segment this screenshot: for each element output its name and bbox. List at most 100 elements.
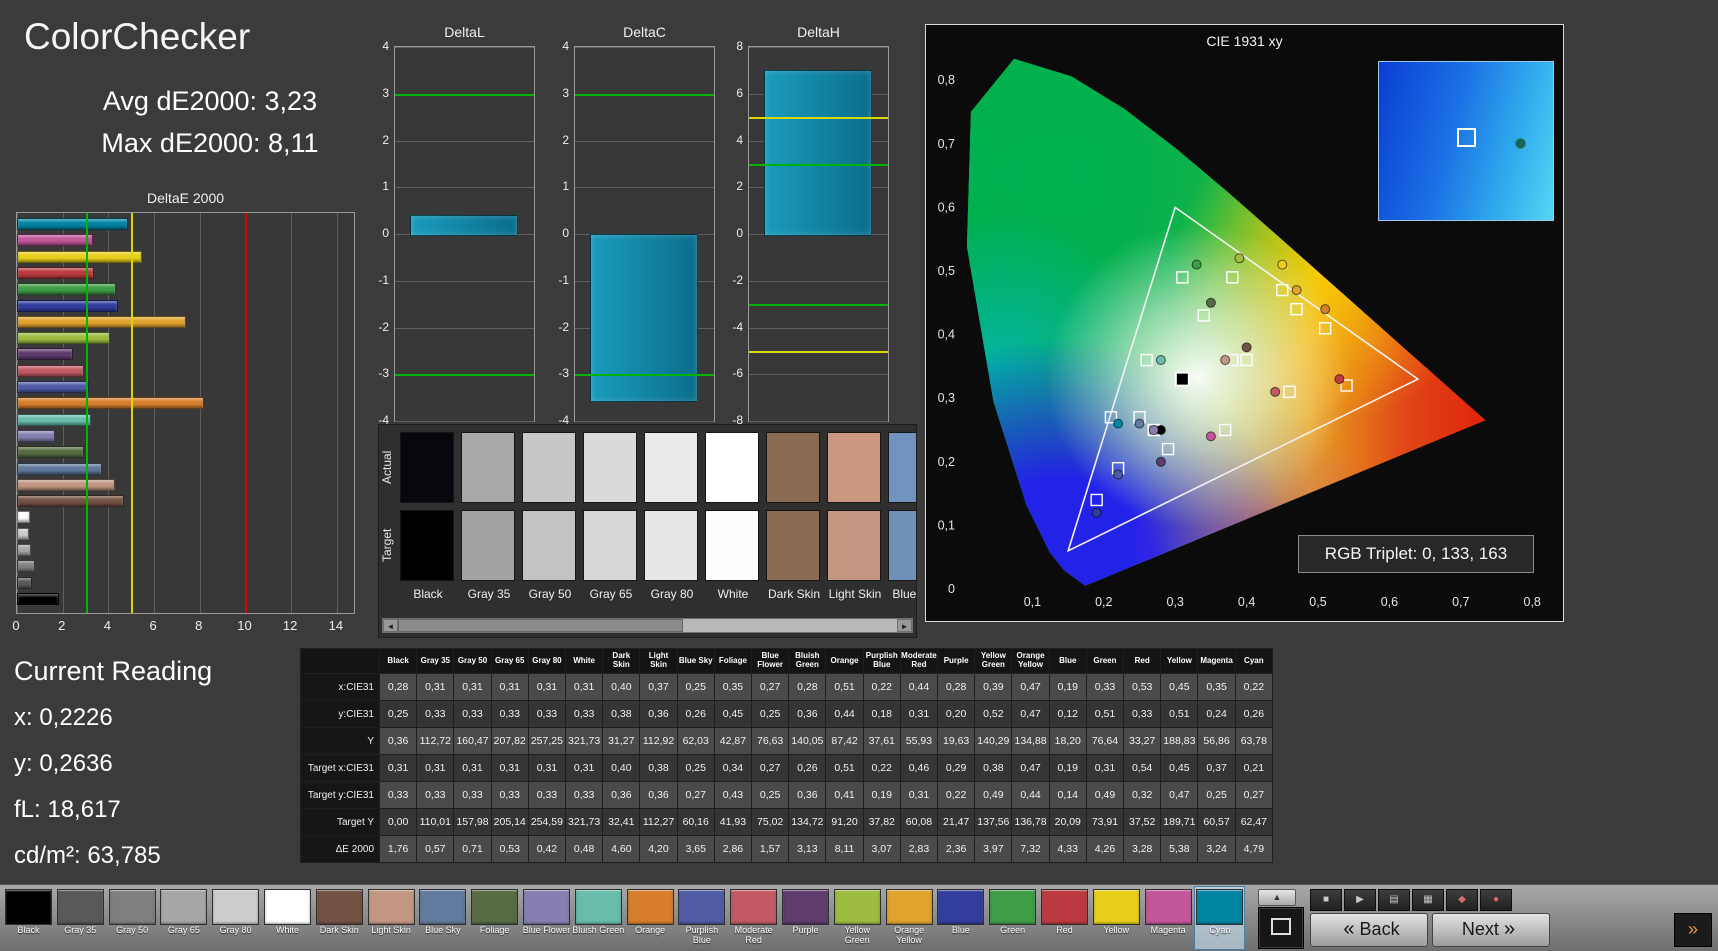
patch-button-light-skin[interactable]: Light Skin — [367, 887, 416, 949]
patch-button-gray-65[interactable]: Gray 65 — [159, 887, 208, 949]
row-label: x:CIE31 — [300, 673, 380, 701]
patch-button-moderate-red[interactable]: Moderate Red — [729, 887, 778, 949]
table-cell: 0,34 — [713, 754, 753, 782]
table-cell: 33,27 — [1123, 727, 1162, 755]
patch-button-gray-80[interactable]: Gray 80 — [211, 887, 260, 949]
deltae-bar — [17, 576, 33, 589]
axis-tick-label: 0,6 — [938, 200, 955, 214]
play-button[interactable]: ▶ — [1344, 889, 1376, 911]
patch-button-black[interactable]: Black — [4, 887, 53, 949]
table-cell: 32,41 — [602, 808, 641, 836]
collapse-button[interactable]: ▲ — [1258, 889, 1296, 906]
patch-swatch — [574, 889, 622, 925]
gridline — [575, 140, 714, 142]
table-cell: 0,40 — [602, 673, 641, 701]
swatch-scrollbar[interactable]: ◄ ► — [382, 618, 913, 633]
deltah-plot — [748, 46, 889, 422]
stop-icon: ■ — [1322, 894, 1330, 905]
reading-y: y: 0,2636 — [14, 750, 113, 777]
deltae-bar — [17, 592, 60, 605]
table-cell: 321,73 — [565, 727, 604, 755]
table-cell: 0,00 — [378, 808, 418, 836]
patch-button-blue-flower[interactable]: Blue Flower — [522, 887, 571, 949]
table-cell: 0,33 — [490, 700, 529, 728]
patch-button-magenta[interactable]: Magenta — [1144, 887, 1193, 949]
actual-swatch — [644, 432, 698, 503]
pattern-window-icon — [1271, 918, 1291, 935]
patch-button-gray-35[interactable]: Gray 35 — [56, 887, 105, 949]
deltal-plot — [394, 46, 535, 422]
y-tick-label: -2 — [558, 319, 569, 334]
record-button[interactable]: ● — [1480, 889, 1512, 911]
patch-button-red[interactable]: Red — [1040, 887, 1089, 949]
patch-button-gray-50[interactable]: Gray 50 — [108, 887, 157, 949]
table-cell: 0,12 — [1048, 700, 1087, 728]
table-cell: 0,33 — [565, 781, 604, 809]
scrollbar-right-button[interactable]: ► — [897, 619, 912, 632]
fast-forward-button[interactable]: » — [1674, 913, 1712, 947]
axis-tick-label: 0 — [948, 582, 955, 596]
grid-button[interactable]: ▦ — [1412, 889, 1444, 911]
table-cell: 3,07 — [862, 835, 901, 863]
patch-swatch — [1041, 889, 1088, 925]
table-cell: 0,31 — [453, 673, 492, 701]
marker-button[interactable]: ◆ — [1446, 889, 1478, 911]
back-button[interactable]: «Back — [1310, 913, 1428, 947]
swatch-label: Black — [413, 587, 443, 601]
table-cell: 0,47 — [1011, 700, 1050, 728]
scrollbar-thumb[interactable] — [398, 619, 683, 632]
patch-button-blue-sky[interactable]: Blue Sky — [418, 887, 467, 949]
actual-swatch-row — [400, 432, 916, 503]
table-cell: 37,82 — [862, 808, 901, 836]
table-cell: 136,78 — [1011, 808, 1050, 836]
scrollbar-left-button[interactable]: ◄ — [383, 619, 398, 632]
patch-label: Yellow Green — [844, 925, 871, 945]
patch-swatch — [885, 889, 933, 925]
table-cell: 5,38 — [1160, 835, 1199, 863]
patch-button-purple[interactable]: Purple — [781, 887, 830, 949]
patch-swatch — [5, 889, 52, 925]
patch-button-orange[interactable]: Orange — [626, 887, 675, 949]
table-cell: 0,33 — [416, 781, 455, 809]
target-swatch-row — [400, 510, 916, 581]
gridline — [291, 213, 293, 613]
patch-label: Gray 50 — [116, 925, 149, 935]
table-cell: 0,38 — [639, 754, 678, 782]
table-cell: 19,63 — [937, 727, 976, 755]
patch-button-yellow[interactable]: Yellow — [1092, 887, 1141, 949]
table-cell: 0,51 — [1160, 700, 1199, 728]
table-cell: 0,36 — [788, 781, 827, 809]
deltac-chart: DeltaC 4 3 2 1 0 -1 -2 -3 -4 — [548, 24, 715, 427]
axis-tick-label: 0,7 — [1452, 595, 1469, 609]
patch-button-cyan[interactable]: Cyan — [1194, 886, 1246, 950]
deltae-bar — [17, 397, 205, 410]
patch-button-bluish-green[interactable]: Bluish Green — [572, 887, 624, 949]
pattern-window-button[interactable] — [1258, 907, 1304, 949]
deltae-bar — [17, 446, 85, 459]
film-button[interactable]: ▤ — [1378, 889, 1410, 911]
record-icon: ● — [1492, 894, 1500, 905]
column-header: Red — [1123, 648, 1162, 674]
patch-swatch — [108, 889, 156, 925]
patch-button-green[interactable]: Green — [988, 887, 1037, 949]
patch-button-purplish-blue[interactable]: Purplish Blue — [677, 887, 726, 949]
table-cell: 207,82 — [490, 727, 529, 755]
table-cell: 0,27 — [751, 673, 790, 701]
patch-button-foliage[interactable]: Foliage — [470, 887, 519, 949]
patch-label: Gray 35 — [64, 925, 97, 935]
patch-button-yellow-green[interactable]: Yellow Green — [833, 887, 882, 949]
patch-button-white[interactable]: White — [263, 887, 312, 949]
column-header: Light Skin — [639, 648, 678, 674]
next-button[interactable]: Next» — [1432, 913, 1550, 947]
axis-tick-label: 0,5 — [1309, 595, 1326, 609]
patch-button-dark-skin[interactable]: Dark Skin — [315, 887, 364, 949]
table-cell: 0,44 — [825, 700, 864, 728]
axis-tick-label: 0,8 — [1524, 595, 1541, 609]
table-cell: 76,63 — [751, 727, 790, 755]
column-header: Purplish Blue — [862, 648, 901, 674]
patch-swatch — [782, 889, 829, 925]
measured-point — [1155, 355, 1166, 366]
patch-button-blue[interactable]: Blue — [936, 887, 985, 949]
stop-button[interactable]: ■ — [1310, 889, 1342, 911]
patch-button-orange-yellow[interactable]: Orange Yellow — [885, 887, 934, 949]
